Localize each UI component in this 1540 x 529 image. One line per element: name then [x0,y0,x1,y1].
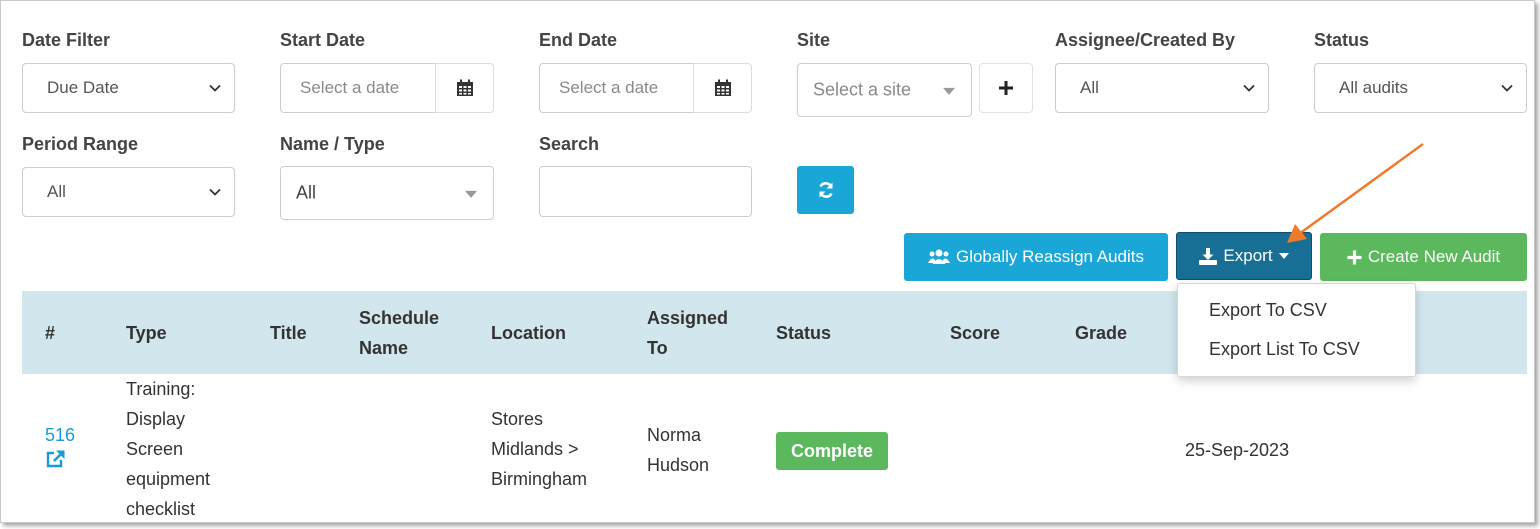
date-filter-value: Due Date [47,78,119,97]
column-header-schedule-name: Schedule Name [359,303,439,363]
date-filter-select[interactable]: Due Date [22,63,235,113]
status-badge: Complete [776,432,888,470]
add-site-button[interactable] [979,63,1033,113]
column-header-number: # [45,323,56,343]
search-label: Search [539,134,600,154]
chevron-down-icon [209,188,221,196]
column-header-assigned-line: To [647,338,668,358]
export-label: Export [1223,246,1273,265]
end-date-input[interactable]: Select a date [539,63,694,113]
date-filter-label: Date Filter [22,30,111,50]
name-type-label: Name / Type [280,134,385,154]
audit-type-line: checklist [126,499,196,519]
audit-location: Stores Midlands > Birmingham [491,404,587,494]
download-icon [1199,247,1218,265]
audit-assigned-line: Norma [647,425,702,445]
audit-id-link[interactable]: 516 [45,421,75,469]
status-select[interactable]: All audits [1314,63,1527,113]
assignee-label: Assignee/Created By [1055,30,1236,50]
audit-date: 25-Sep-2023 [1185,440,1290,460]
calendar-icon [456,79,473,96]
audit-location-line: Stores [491,409,544,429]
audit-assigned-to: Norma Hudson [647,420,709,480]
column-header-schedule-line: Name [359,338,409,358]
column-header-schedule-line: Schedule [359,308,440,328]
audit-type: Training: Display Screen equipment check… [126,374,211,522]
calendar-icon [714,79,731,96]
name-type-value: All [296,182,317,203]
site-label: Site [797,30,831,50]
period-range-select[interactable]: All [22,167,235,217]
column-header-assigned-line: Assigned [647,308,729,328]
audit-type-line: equipment [126,469,211,489]
start-date-placeholder: Select a date [300,78,400,97]
start-date-label: Start Date [280,30,366,50]
status-label: Status [1314,30,1370,50]
audits-page: Date Filter Start Date End Date Site Ass… [0,0,1535,523]
name-type-select[interactable]: All [280,166,494,220]
chevron-down-icon [1243,84,1255,92]
end-date-placeholder: Select a date [559,78,659,97]
assignee-value: All [1080,78,1099,97]
export-dropdown-menu: Export To CSV Export List To CSV [1177,283,1416,377]
site-select[interactable]: Select a site [797,63,972,117]
users-icon [927,249,950,264]
audit-id: 516 [45,425,76,445]
audit-location-line: Midlands > [491,439,579,459]
column-header-type: Type [126,323,167,343]
audit-type-line: Screen [126,439,184,459]
menu-item-export-csv[interactable]: Export To CSV [1209,300,1327,321]
refresh-button[interactable] [797,166,854,214]
period-range-label: Period Range [22,134,139,154]
plus-icon [999,81,1013,95]
start-date-input[interactable]: Select a date [280,63,436,113]
column-header-score: Score [950,323,1001,343]
site-placeholder: Select a site [813,79,912,100]
search-input[interactable] [539,166,752,217]
column-header-location: Location [491,323,566,343]
audit-location-line: Birmingham [491,469,588,489]
end-date-calendar-button[interactable] [693,63,752,113]
refresh-icon [818,182,833,198]
column-header-assigned-to: Assigned To [647,303,728,363]
audit-assigned-line: Hudson [647,455,710,475]
menu-item-export-list-csv[interactable]: Export List To CSV [1209,339,1360,360]
globally-reassign-audits-button[interactable]: Globally Reassign Audits [904,233,1168,281]
caret-down-icon [465,190,477,198]
external-link-icon [46,450,65,468]
column-header-status: Status [776,323,832,343]
chevron-down-icon [209,84,221,92]
end-date-label: End Date [539,30,618,50]
annotation-arrow [1287,142,1424,243]
globally-reassign-audits-label: Globally Reassign Audits [955,247,1145,266]
column-header-grade: Grade [1075,323,1128,343]
column-header-title: Title [270,323,307,343]
period-range-value: All [47,182,66,201]
chevron-down-icon [1501,84,1513,92]
start-date-calendar-button[interactable] [435,63,494,113]
status-value: All audits [1339,78,1408,97]
assignee-select[interactable]: All [1055,63,1269,113]
audit-type-line: Display [126,409,186,429]
caret-down-icon [943,87,955,95]
audit-type-line: Training: [126,379,196,399]
